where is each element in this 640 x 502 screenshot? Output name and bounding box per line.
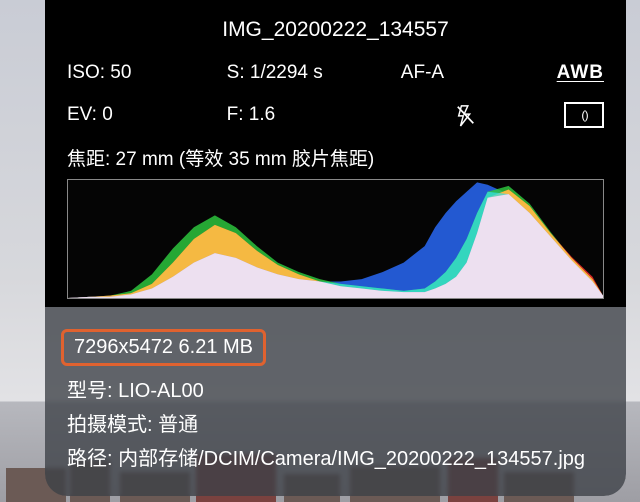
ev-value: EV: 0 [67,104,227,126]
info-panel: IMG_20200222_134557 ISO: 50 S: 1/2294 s … [45,0,626,496]
exif-grid: ISO: 50 S: 1/2294 s AF-A AWB EV: 0 F: 1.… [67,62,604,128]
af-mode[interactable]: AF-A [401,62,532,84]
awb-mode[interactable]: AWB [557,62,604,84]
model-row: 型号: LIO-AL00 [67,374,604,408]
mode-row: 拍摄模式: 普通 [67,408,604,442]
histogram [67,179,604,299]
resolution-size-highlight: 7296x5472 6.21 MB [61,329,266,366]
panel-bottom-section: 7296x5472 6.21 MB 型号: LIO-AL00 拍摄模式: 普通 … [45,307,626,496]
path-label: 路径: [67,448,113,470]
mode-value: 普通 [158,414,198,436]
iso-value: ISO: 50 [67,62,227,84]
histogram-svg [68,180,603,298]
focal-length: 焦距: 27 mm (等效 35 mm 胶片焦距) [67,144,604,171]
model-value: LIO-AL00 [118,380,204,402]
shutter-value: S: 1/2294 s [227,62,401,84]
metering-mode-icon[interactable]: ( ) [564,102,604,128]
flash-off-icon[interactable] [455,103,477,127]
path-value: 内部存储/DCIM/Camera/IMG_20200222_134557.jpg [118,448,585,470]
aperture-value: F: 1.6 [227,104,401,126]
file-title: IMG_20200222_134557 [67,18,604,42]
model-label: 型号: [67,380,113,402]
path-row: 路径: 内部存储/DCIM/Camera/IMG_20200222_134557… [67,442,604,476]
mode-label: 拍摄模式: [67,414,153,436]
metering-glyph: ( ) [581,108,586,122]
panel-top-section: IMG_20200222_134557 ISO: 50 S: 1/2294 s … [45,0,626,307]
